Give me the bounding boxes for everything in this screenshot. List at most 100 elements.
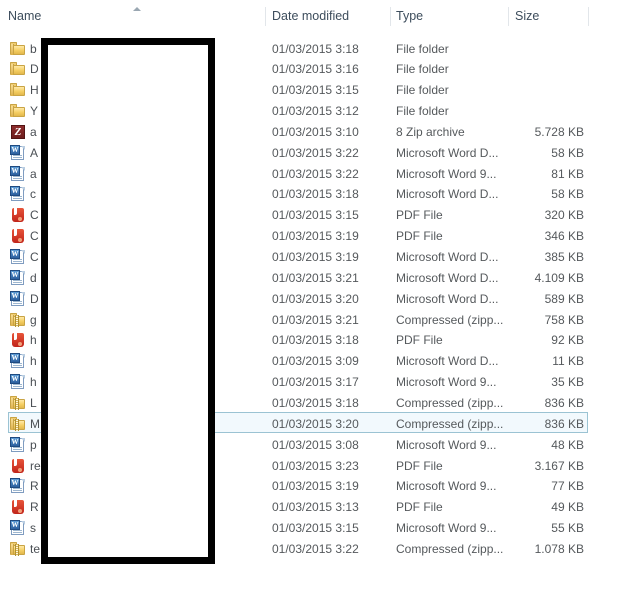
file-date-modified-label: 01/03/2015 3:23: [272, 458, 359, 473]
file-type-label: Microsoft Word 9...: [396, 437, 497, 452]
file-date-modified-cell: 01/03/2015 3:15: [272, 205, 390, 226]
file-date-modified-label: 01/03/2015 3:20: [272, 416, 359, 431]
file-type-cell: Microsoft Word D...: [396, 142, 508, 163]
pdf-file-icon: [10, 332, 26, 348]
file-date-modified-cell: 01/03/2015 3:12: [272, 101, 390, 122]
file-date-modified-cell: 01/03/2015 3:18: [272, 38, 390, 59]
file-size-label: 4.109 KB: [534, 270, 584, 285]
file-name-label: h: [30, 333, 37, 348]
file-size-cell: 346 KB: [500, 226, 588, 247]
file-size-label: 5.728 KB: [534, 124, 584, 139]
file-size-label: 11 KB: [552, 354, 584, 369]
file-type-label: Compressed (zipp...: [396, 416, 504, 431]
file-date-modified-cell: 01/03/2015 3:15: [272, 518, 390, 539]
sort-ascending-caret-icon[interactable]: [133, 7, 141, 11]
file-date-modified-label: 01/03/2015 3:22: [272, 166, 359, 181]
file-size-label: 92 KB: [551, 333, 584, 348]
file-name-label: C: [30, 208, 39, 223]
file-type-cell: PDF File: [396, 497, 508, 518]
file-type-label: Microsoft Word 9...: [396, 479, 497, 494]
file-date-modified-label: 01/03/2015 3:17: [272, 375, 359, 390]
file-type-label: Microsoft Word 9...: [396, 521, 497, 536]
file-size-label: 55 KB: [551, 521, 584, 536]
file-date-modified-cell: 01/03/2015 3:22: [272, 538, 390, 559]
file-size-cell: 92 KB: [500, 330, 588, 351]
file-date-modified-label: 01/03/2015 3:18: [272, 395, 359, 410]
file-type-cell: Microsoft Word 9...: [396, 372, 508, 393]
folder-icon: [10, 103, 26, 119]
file-size-label: 3.167 KB: [534, 458, 584, 473]
file-type-label: Microsoft Word D...: [396, 354, 499, 369]
file-date-modified-label: 01/03/2015 3:18: [272, 333, 359, 348]
word-document-icon: W: [10, 374, 26, 390]
file-name-label: C: [30, 250, 39, 264]
compressed-folder-icon: [10, 541, 26, 557]
file-size-label: 836 KB: [544, 395, 584, 410]
file-date-modified-cell: 01/03/2015 3:19: [272, 476, 390, 497]
file-type-label: Microsoft Word D...: [396, 250, 499, 264]
file-size-cell: 49 KB: [500, 497, 588, 518]
file-date-modified-cell: 01/03/2015 3:21: [272, 267, 390, 288]
file-date-modified-label: 01/03/2015 3:16: [272, 62, 359, 77]
file-date-modified-label: 01/03/2015 3:19: [272, 229, 359, 244]
file-size-cell: 5.728 KB: [500, 121, 588, 142]
word-document-icon: W: [10, 353, 26, 369]
folder-icon: [10, 61, 26, 77]
column-divider-2[interactable]: [390, 7, 391, 26]
file-size-cell: 55 KB: [500, 518, 588, 539]
word-document-icon: W: [10, 249, 26, 265]
column-divider-1[interactable]: [265, 7, 266, 26]
file-date-modified-label: 01/03/2015 3:20: [272, 291, 359, 306]
file-name-label: Y: [30, 104, 39, 119]
file-date-modified-label: 01/03/2015 3:18: [272, 187, 359, 202]
pdf-file-icon: [10, 458, 26, 474]
column-divider-4[interactable]: [588, 7, 589, 26]
file-name-label: a: [30, 124, 37, 139]
file-size-label: 836 KB: [544, 416, 584, 431]
file-date-modified-cell: 01/03/2015 3:10: [272, 121, 390, 142]
file-date-modified-label: 01/03/2015 3:19: [272, 479, 359, 494]
file-date-modified-cell: 01/03/2015 3:22: [272, 142, 390, 163]
file-date-modified-label: 01/03/2015 3:22: [272, 541, 359, 556]
file-type-cell: Compressed (zipp...: [396, 392, 508, 413]
column-divider-3[interactable]: [508, 7, 509, 26]
file-type-cell: Microsoft Word D...: [396, 184, 508, 205]
column-header-type[interactable]: Type: [396, 0, 508, 32]
file-type-label: File folder: [396, 83, 449, 98]
file-date-modified-cell: 01/03/2015 3:22: [272, 163, 390, 184]
file-size-cell: 3.167 KB: [500, 455, 588, 476]
column-header-date-modified[interactable]: Date modified: [272, 0, 390, 32]
file-name-label: H: [30, 83, 39, 98]
column-header-size[interactable]: Size: [515, 0, 588, 32]
file-date-modified-cell: 01/03/2015 3:19: [272, 226, 390, 247]
file-date-modified-label: 01/03/2015 3:15: [272, 83, 359, 98]
compressed-folder-icon: [10, 416, 26, 432]
column-header-size-label: Size: [515, 9, 540, 23]
file-type-cell: Compressed (zipp...: [396, 309, 508, 330]
file-size-cell: 385 KB: [500, 247, 588, 268]
file-size-cell: 758 KB: [500, 309, 588, 330]
column-header-name[interactable]: Name: [8, 0, 265, 32]
file-size-label: 35 KB: [551, 375, 584, 390]
file-type-cell: Microsoft Word 9...: [396, 434, 508, 455]
file-date-modified-label: 01/03/2015 3:08: [272, 437, 359, 452]
file-name-label: D: [30, 291, 39, 306]
word-document-icon: W: [10, 290, 26, 307]
file-type-cell: PDF File: [396, 205, 508, 226]
file-name-label: re: [30, 458, 41, 473]
file-date-modified-label: 01/03/2015 3:12: [272, 104, 359, 119]
file-name-label: h: [30, 375, 37, 390]
file-name-label: h: [30, 354, 37, 369]
file-type-cell: Microsoft Word D...: [396, 247, 508, 268]
file-date-modified-cell: 01/03/2015 3:17: [272, 372, 390, 393]
pdf-file-icon: [10, 499, 26, 515]
file-name-label: b: [30, 41, 37, 56]
file-date-modified-label: 01/03/2015 3:21: [272, 270, 359, 285]
file-name-label: D: [30, 62, 39, 77]
file-size-cell: 1.078 KB: [500, 538, 588, 559]
file-size-label: 1.078 KB: [534, 541, 584, 556]
word-document-icon: W: [10, 186, 26, 202]
file-name-label: te: [30, 541, 41, 556]
file-date-modified-cell: 01/03/2015 3:18: [272, 392, 390, 413]
file-date-modified-cell: 01/03/2015 3:18: [272, 184, 390, 205]
